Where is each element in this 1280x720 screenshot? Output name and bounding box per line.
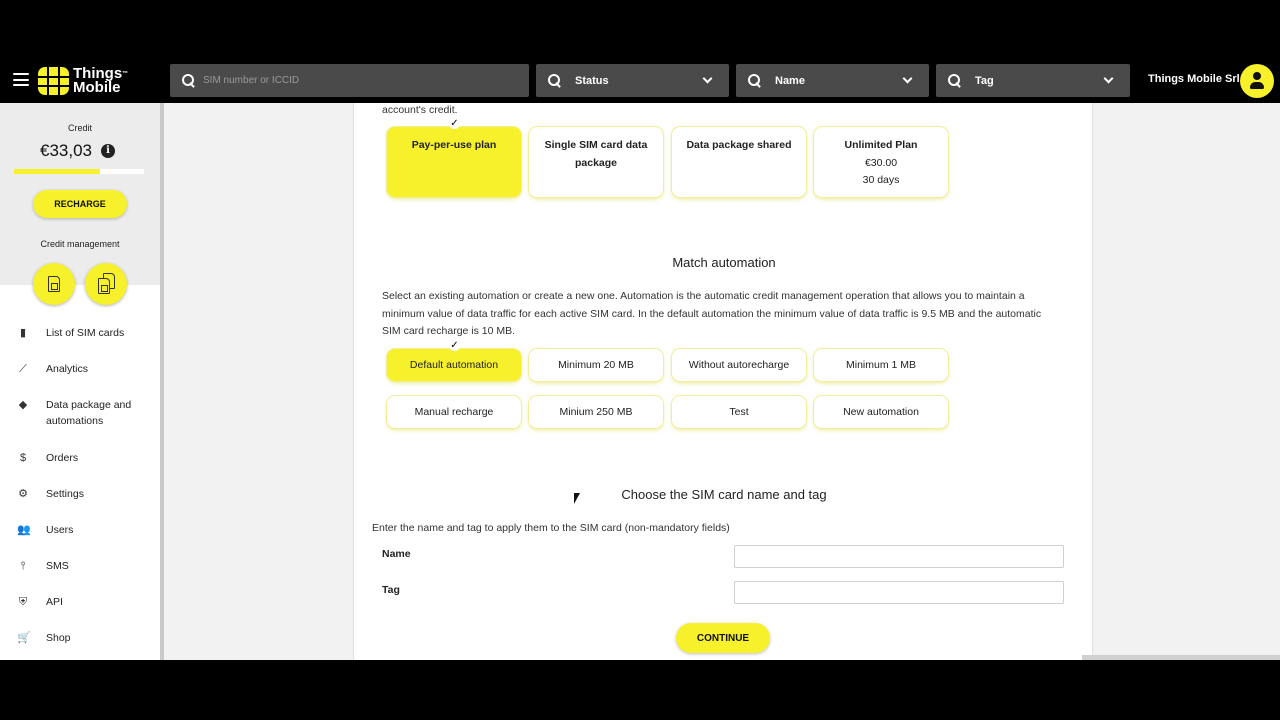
sidebar-item-label: API — [46, 596, 63, 608]
sidebar-item-label: Settings — [46, 488, 84, 500]
sidebar-item-label: Orders — [46, 452, 79, 464]
automation-description: Select an existing automation or create … — [382, 290, 1042, 337]
brand-line2: Mobile — [73, 79, 121, 96]
automation-without-autorecharge[interactable]: Without autorecharge — [672, 349, 806, 381]
info-icon[interactable]: i — [101, 144, 115, 158]
sidebar-item-settings[interactable]: ⚙ Settings — [0, 476, 160, 512]
check-icon: ✓ — [449, 118, 460, 129]
sidebar-item-label: Shop — [46, 632, 71, 644]
multi-sim-credit-button[interactable] — [85, 263, 127, 305]
credit-progress-fill — [14, 169, 100, 174]
sim-card-icon — [98, 278, 110, 294]
search-icon — [948, 74, 961, 87]
plan-data-package-shared[interactable]: Data package shared — [672, 127, 806, 197]
sim-card-icon: ▮ — [19, 327, 27, 339]
sidebar-item-users[interactable]: 👥 Users — [0, 512, 160, 548]
automation-minimum-20mb[interactable]: Minimum 20 MB — [529, 349, 663, 381]
plan-unlimited[interactable]: Unlimited Plan €30.00 30 days — [814, 127, 948, 197]
automation-default[interactable]: ✓ Default automation — [387, 340, 521, 381]
single-sim-credit-button[interactable] — [33, 263, 75, 305]
plan-pay-per-use[interactable]: ✓ Pay-per-use plan — [387, 118, 521, 197]
automation-manual-recharge[interactable]: Manual recharge — [387, 396, 521, 428]
credit-management-label: Credit management — [40, 239, 120, 249]
tag-field-label: Tag — [382, 584, 400, 596]
sidebar-item-shop[interactable]: 🛒 Shop — [0, 620, 160, 656]
name-tag-description: Enter the name and tag to apply them to … — [372, 522, 730, 534]
dollar-icon: $ — [19, 452, 27, 464]
sidebar-item-data-packages[interactable]: ◆ Data package and automations — [0, 387, 160, 440]
name-filter-label: Name — [775, 74, 805, 87]
brand-logo[interactable]: Things™ Mobile — [38, 66, 128, 96]
plan-single-sim-package[interactable]: Single SIM card data package — [529, 127, 663, 197]
name-tag-title: Choose the SIM card name and tag — [621, 487, 827, 502]
name-filter[interactable]: Name — [736, 64, 929, 97]
credit-panel: Credit €33,03 i RECHARGE Credit manageme… — [0, 103, 160, 305]
wizard-panel: account's credit. ✓ Pay-per-use plan Sin… — [353, 103, 1093, 660]
sidebar-item-orders[interactable]: $ Orders — [0, 440, 160, 476]
chevron-down-icon — [702, 73, 713, 84]
chevron-down-icon — [902, 73, 913, 84]
automation-new[interactable]: New automation — [814, 396, 948, 428]
name-field-label: Name — [382, 548, 411, 560]
trend-line-icon: ⟋ — [19, 363, 27, 375]
antenna-icon: ⫯ — [20, 560, 26, 572]
user-avatar-icon[interactable] — [1240, 64, 1274, 98]
main-content: account's credit. ✓ Pay-per-use plan Sin… — [164, 103, 1280, 660]
name-field[interactable] — [734, 545, 1064, 568]
sidebar-item-sms[interactable]: ⫯ SMS — [0, 548, 160, 584]
continue-button[interactable]: CONTINUE — [676, 623, 770, 653]
sidebar-item-label: Analytics — [46, 363, 89, 375]
intro-text-tail: account's credit. — [382, 104, 458, 116]
sidebar: Credit €33,03 i RECHARGE Credit manageme… — [0, 103, 160, 660]
credit-label: Credit — [67, 123, 92, 133]
sidebar-item-sim-cards[interactable]: ▮ List of SIM cards — [0, 315, 160, 351]
shield-check-icon: ⛨ — [18, 596, 28, 608]
sidebar-nav: ▮ List of SIM cards ⟋ Analytics ◆ Data p… — [0, 315, 160, 656]
search-icon — [748, 74, 761, 87]
sidebar-item-label: Data package and automations — [46, 399, 132, 427]
users-icon: 👥 — [17, 524, 31, 536]
automation-test[interactable]: Test — [672, 396, 806, 428]
check-icon: ✓ — [449, 340, 460, 351]
sim-card-icon — [48, 276, 60, 292]
logo-mark-icon — [38, 67, 69, 95]
sidebar-item-analytics[interactable]: ⟋ Analytics — [0, 351, 160, 387]
credit-value: €33,03 — [40, 141, 92, 160]
automation-minium-250mb[interactable]: Minium 250 MB — [529, 396, 663, 428]
sim-search-box[interactable] — [170, 64, 529, 97]
company-name: Things Mobile Srl — [1148, 73, 1240, 85]
sidebar-item-label: SMS — [46, 560, 69, 572]
search-icon — [182, 74, 195, 87]
sidebar-item-api[interactable]: ⛨ API — [0, 584, 160, 620]
status-filter[interactable]: Status — [536, 64, 729, 97]
credit-progress-bar — [14, 169, 144, 174]
top-bar: Things™ Mobile Status Name Tag Things Mo… — [0, 60, 1280, 103]
brand-tm: ™ — [122, 71, 129, 77]
menu-icon[interactable] — [13, 73, 29, 87]
cart-icon: 🛒 — [17, 632, 31, 644]
search-icon — [548, 74, 561, 87]
tag-filter[interactable]: Tag — [936, 64, 1130, 97]
mouse-cursor-icon — [574, 493, 580, 504]
horizontal-scrollbar[interactable] — [1082, 655, 1280, 660]
sim-search-input[interactable] — [203, 75, 503, 86]
tag-field[interactable] — [734, 581, 1064, 604]
recharge-button[interactable]: RECHARGE — [33, 190, 127, 218]
layers-icon: ◆ — [18, 399, 28, 411]
sidebar-item-label: Users — [46, 524, 74, 536]
gear-icon: ⚙ — [18, 488, 28, 500]
status-filter-label: Status — [575, 74, 609, 87]
automation-minimum-1mb[interactable]: Minimum 1 MB — [814, 349, 948, 381]
automation-title: Match automation — [672, 255, 776, 270]
chevron-down-icon — [1103, 73, 1114, 84]
tag-filter-label: Tag — [975, 74, 994, 87]
sidebar-item-label: List of SIM cards — [46, 327, 125, 339]
